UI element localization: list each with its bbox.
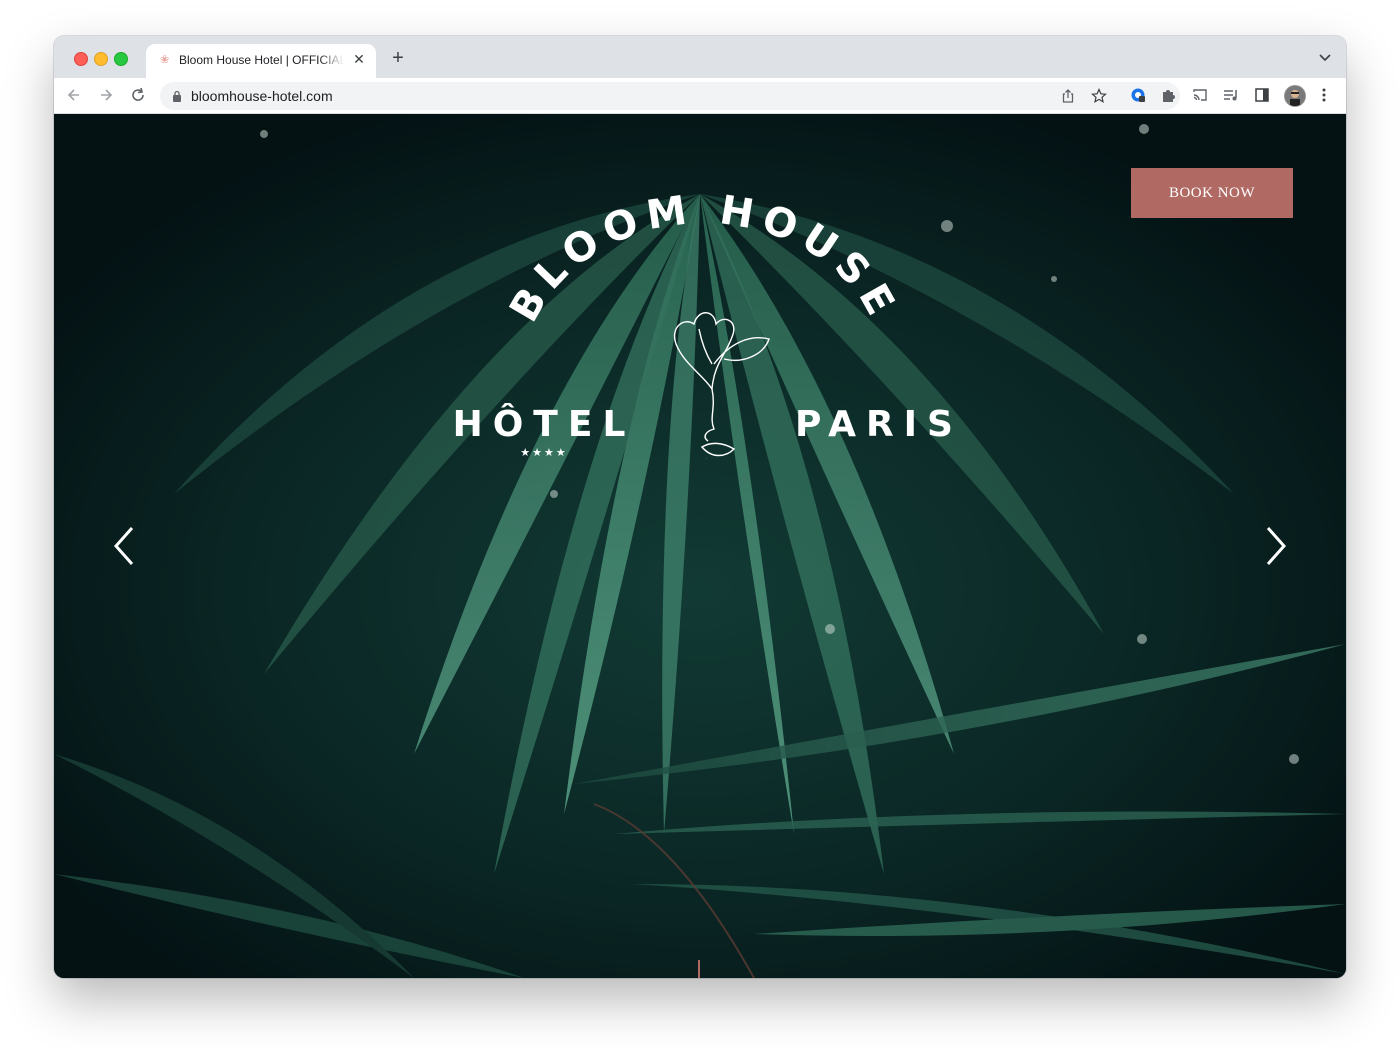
menu-icon[interactable] — [1316, 87, 1332, 103]
tab-close-icon[interactable]: ✕ — [351, 51, 367, 67]
extension-icon[interactable] — [1130, 87, 1146, 103]
chevron-right-icon[interactable] — [1260, 524, 1290, 568]
scroll-indicator[interactable] — [698, 960, 700, 978]
tab-active[interactable]: ❀ Bloom House Hotel | OFFICIAL ✕ — [146, 44, 376, 78]
tab-title: Bloom House Hotel | OFFICIAL — [179, 53, 344, 67]
toolbar: bloomhouse-hotel.com — [54, 78, 1346, 114]
browser-window: ❀ Bloom House Hotel | OFFICIAL ✕ + bloom… — [54, 36, 1346, 978]
back-icon[interactable] — [64, 85, 84, 105]
avatar-image — [1285, 86, 1305, 106]
puzzle-icon[interactable] — [1161, 87, 1177, 103]
hotel-logo: BLOOM HOUSE HÔTEL ★★★★ PARIS — [453, 187, 963, 459]
maximize-window-button[interactable] — [114, 52, 128, 66]
share-icon[interactable] — [1060, 88, 1076, 104]
logo-left-word: HÔTEL — [453, 403, 636, 445]
url-text[interactable]: bloomhouse-hotel.com — [191, 88, 333, 104]
profile-avatar[interactable] — [1284, 85, 1306, 107]
logo-right-word: PARIS — [795, 404, 963, 445]
tab-strip: ❀ Bloom House Hotel | OFFICIAL ✕ + — [54, 36, 1346, 78]
forward-icon[interactable] — [96, 85, 116, 105]
logo-arc-text: BLOOM HOUSE — [501, 187, 907, 330]
new-tab-button[interactable]: + — [388, 48, 408, 68]
logo-stars: ★★★★ — [520, 446, 567, 459]
side-panel-icon[interactable] — [1254, 87, 1270, 103]
media-icon[interactable] — [1223, 87, 1239, 103]
hero-section: BLOOM HOUSE HÔTEL ★★★★ PARIS BOOK NOW — [54, 114, 1346, 978]
star-icon[interactable] — [1091, 88, 1107, 104]
favicon-icon: ❀ — [160, 54, 170, 66]
cast-icon[interactable] — [1192, 87, 1208, 103]
book-now-button[interactable]: BOOK NOW — [1131, 168, 1293, 218]
reload-icon[interactable] — [128, 85, 148, 105]
tab-search-chevron-icon[interactable] — [1318, 50, 1332, 64]
face-flower-icon — [673, 312, 770, 459]
close-window-button[interactable] — [74, 52, 88, 66]
minimize-window-button[interactable] — [94, 52, 108, 66]
lock-icon[interactable] — [172, 90, 182, 102]
address-bar[interactable]: bloomhouse-hotel.com — [160, 82, 1180, 110]
chevron-left-icon[interactable] — [110, 524, 140, 568]
